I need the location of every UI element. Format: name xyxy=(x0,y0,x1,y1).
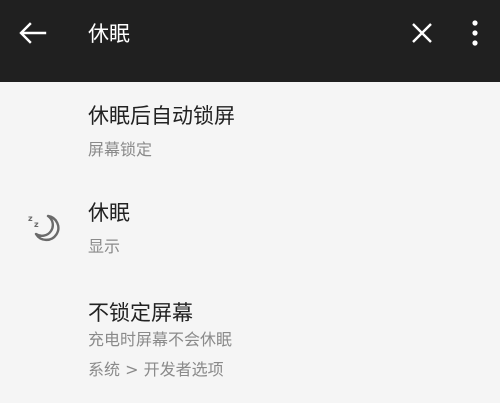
result-breadcrumb: 系统 > 开发者选项 xyxy=(88,360,224,379)
list-item[interactable]: z z 休眠 显示 xyxy=(0,180,500,278)
search-toolbar: 休眠 xyxy=(0,0,500,82)
list-item[interactable]: 休眠后自动锁屏 屏幕锁定 xyxy=(0,82,500,180)
result-summary-line: 充电时屏幕不会休眠 xyxy=(88,330,233,349)
result-title: 休眠 xyxy=(88,201,130,225)
result-summary: 显示 xyxy=(88,237,121,256)
sleep-moon-icon: z z xyxy=(28,214,60,242)
close-icon[interactable] xyxy=(410,21,434,45)
list-item[interactable]: 不锁定屏幕 充电时屏幕不会休眠 系统 > 开发者选项 xyxy=(0,278,500,403)
svg-text:z: z xyxy=(28,214,33,223)
search-results-list: 休眠后自动锁屏 屏幕锁定 z z 休眠 显示 不锁定屏幕 充电时屏幕不会休眠 系… xyxy=(0,82,500,403)
arrow-back-icon[interactable] xyxy=(19,22,47,44)
result-summary: 屏幕锁定 xyxy=(88,140,153,159)
result-title: 休眠后自动锁屏 xyxy=(88,104,235,128)
search-input[interactable]: 休眠 xyxy=(88,16,130,52)
result-title: 不锁定屏幕 xyxy=(88,301,193,325)
more-vert-icon[interactable] xyxy=(468,18,482,48)
svg-text:z: z xyxy=(34,220,39,229)
